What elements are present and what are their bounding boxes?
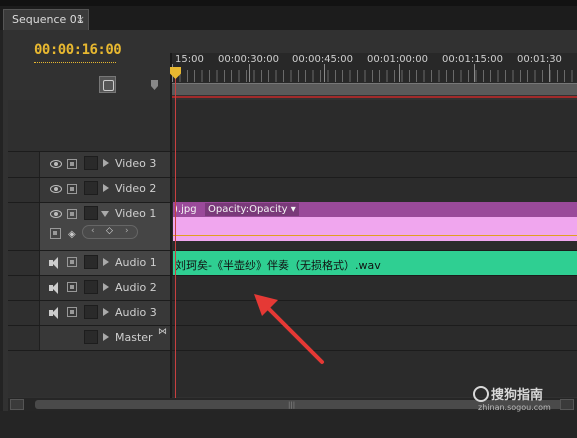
timecode-underline [34, 62, 116, 64]
bottom-bar [0, 411, 577, 438]
track-lock-toggle[interactable] [84, 255, 98, 269]
toggle-output-eye-icon[interactable] [50, 185, 62, 193]
row-separator [8, 151, 577, 152]
track-content [172, 100, 577, 397]
grip-icon: ||| [288, 401, 296, 409]
ruler-label: 00:00:45:00 [292, 54, 354, 65]
row-separator [8, 177, 577, 178]
lock-column [8, 202, 40, 250]
track-name-audio-2: Audio 2 [115, 281, 157, 294]
close-icon[interactable]: × [76, 10, 85, 29]
sogou-logo-icon [473, 386, 489, 402]
tab-sequence-01[interactable]: Sequence 01 × [3, 9, 89, 30]
track-name-audio-3: Audio 3 [115, 306, 157, 319]
track-name-video-2: Video 2 [115, 182, 157, 195]
video-clip-name: ).jpg [174, 204, 197, 215]
prev-keyframe-icon[interactable]: ‹ [91, 226, 95, 236]
zoom-out-handle[interactable] [10, 399, 24, 410]
zoom-in-handle[interactable] [560, 399, 574, 410]
collapse-track-icon[interactable] [101, 211, 109, 217]
sync-lock-icon[interactable] [67, 307, 77, 317]
track-lock-toggle[interactable] [84, 156, 98, 170]
track-name-master: Master [115, 331, 153, 344]
playhead-line[interactable] [175, 68, 176, 398]
show-keyframes-icon[interactable]: ◈ [68, 229, 76, 240]
toggle-output-speaker-icon[interactable] [49, 282, 62, 294]
sync-lock-icon[interactable] [67, 257, 77, 267]
keyframe-navigator[interactable]: ‹ ◇ › [82, 225, 138, 239]
toggle-output-eye-icon[interactable] [50, 160, 62, 168]
watermark-url: zhinan.sogou.com [478, 403, 551, 412]
track-lock-toggle[interactable] [84, 181, 98, 195]
ruler-label: 00:01:30 [517, 54, 562, 65]
tab-bar-top [0, 0, 577, 6]
toggle-output-speaker-icon[interactable] [49, 257, 62, 269]
opacity-label: Opacity:Opacity [208, 204, 288, 215]
opacity-dropdown[interactable]: Opacity:Opacity ▾ [205, 203, 299, 216]
add-keyframe-icon[interactable]: ◇ [106, 226, 113, 236]
sync-lock-icon[interactable] [67, 159, 77, 169]
work-area-bar[interactable] [172, 83, 577, 95]
ruler-label: 15:00 [175, 54, 204, 65]
ruler-major-tick [399, 64, 400, 82]
expand-track-icon[interactable] [103, 283, 109, 291]
lock-column [8, 177, 40, 202]
set-display-style-icon[interactable] [50, 228, 61, 239]
sync-lock-icon[interactable] [67, 209, 77, 219]
expand-track-icon[interactable] [103, 308, 109, 316]
chevron-down-icon: ▾ [290, 204, 296, 215]
current-timecode[interactable]: 00:00:16:00 [34, 42, 122, 58]
tab-label: Sequence 01 [12, 13, 84, 26]
lock-column [8, 152, 40, 177]
video-clip-body[interactable] [173, 217, 577, 241]
track-lock-toggle[interactable] [84, 280, 98, 294]
toggle-output-speaker-icon[interactable] [49, 307, 62, 319]
lock-column [8, 250, 40, 275]
render-bar [172, 96, 577, 98]
master-bowtie-icon: ⋈ [158, 327, 167, 337]
header-divider[interactable] [170, 53, 172, 398]
audio-clip-name: 刘珂矣-《半壶纱》伴奏（无损格式）.wav [175, 259, 381, 272]
track-lock-toggle[interactable] [84, 206, 98, 220]
toggle-output-eye-icon[interactable] [50, 210, 62, 218]
ruler-major-tick [324, 64, 325, 82]
expand-track-icon[interactable] [103, 333, 109, 341]
track-name-audio-1: Audio 1 [115, 256, 157, 269]
watermark-brand: 搜狗指南 [473, 384, 543, 403]
next-keyframe-icon[interactable]: › [125, 226, 129, 236]
track-lock-toggle[interactable] [84, 330, 98, 344]
ruler-label: 00:01:15:00 [442, 54, 504, 65]
annotation-arrow-icon [254, 294, 324, 364]
expand-track-icon[interactable] [103, 258, 109, 266]
ruler-major-tick [249, 64, 250, 82]
sync-lock-icon[interactable] [67, 282, 77, 292]
ruler-label: 00:00:30:00 [218, 54, 280, 65]
ruler-major-tick [474, 64, 475, 82]
sync-lock-icon[interactable] [67, 184, 77, 194]
expand-track-icon[interactable] [103, 159, 109, 167]
ruler-label: 00:01:00:00 [367, 54, 429, 65]
row-separator [8, 275, 577, 276]
lock-column [8, 325, 40, 350]
ruler-major-tick [549, 64, 550, 82]
expand-track-icon[interactable] [103, 184, 109, 192]
lock-column [8, 275, 40, 300]
snap-icon[interactable] [99, 76, 116, 93]
track-lock-toggle[interactable] [84, 305, 98, 319]
track-name-video-1: Video 1 [115, 207, 157, 220]
ruler-ticks [172, 70, 577, 82]
lock-column [8, 300, 40, 325]
opacity-rubberband[interactable] [173, 235, 577, 236]
track-name-video-3: Video 3 [115, 157, 157, 170]
